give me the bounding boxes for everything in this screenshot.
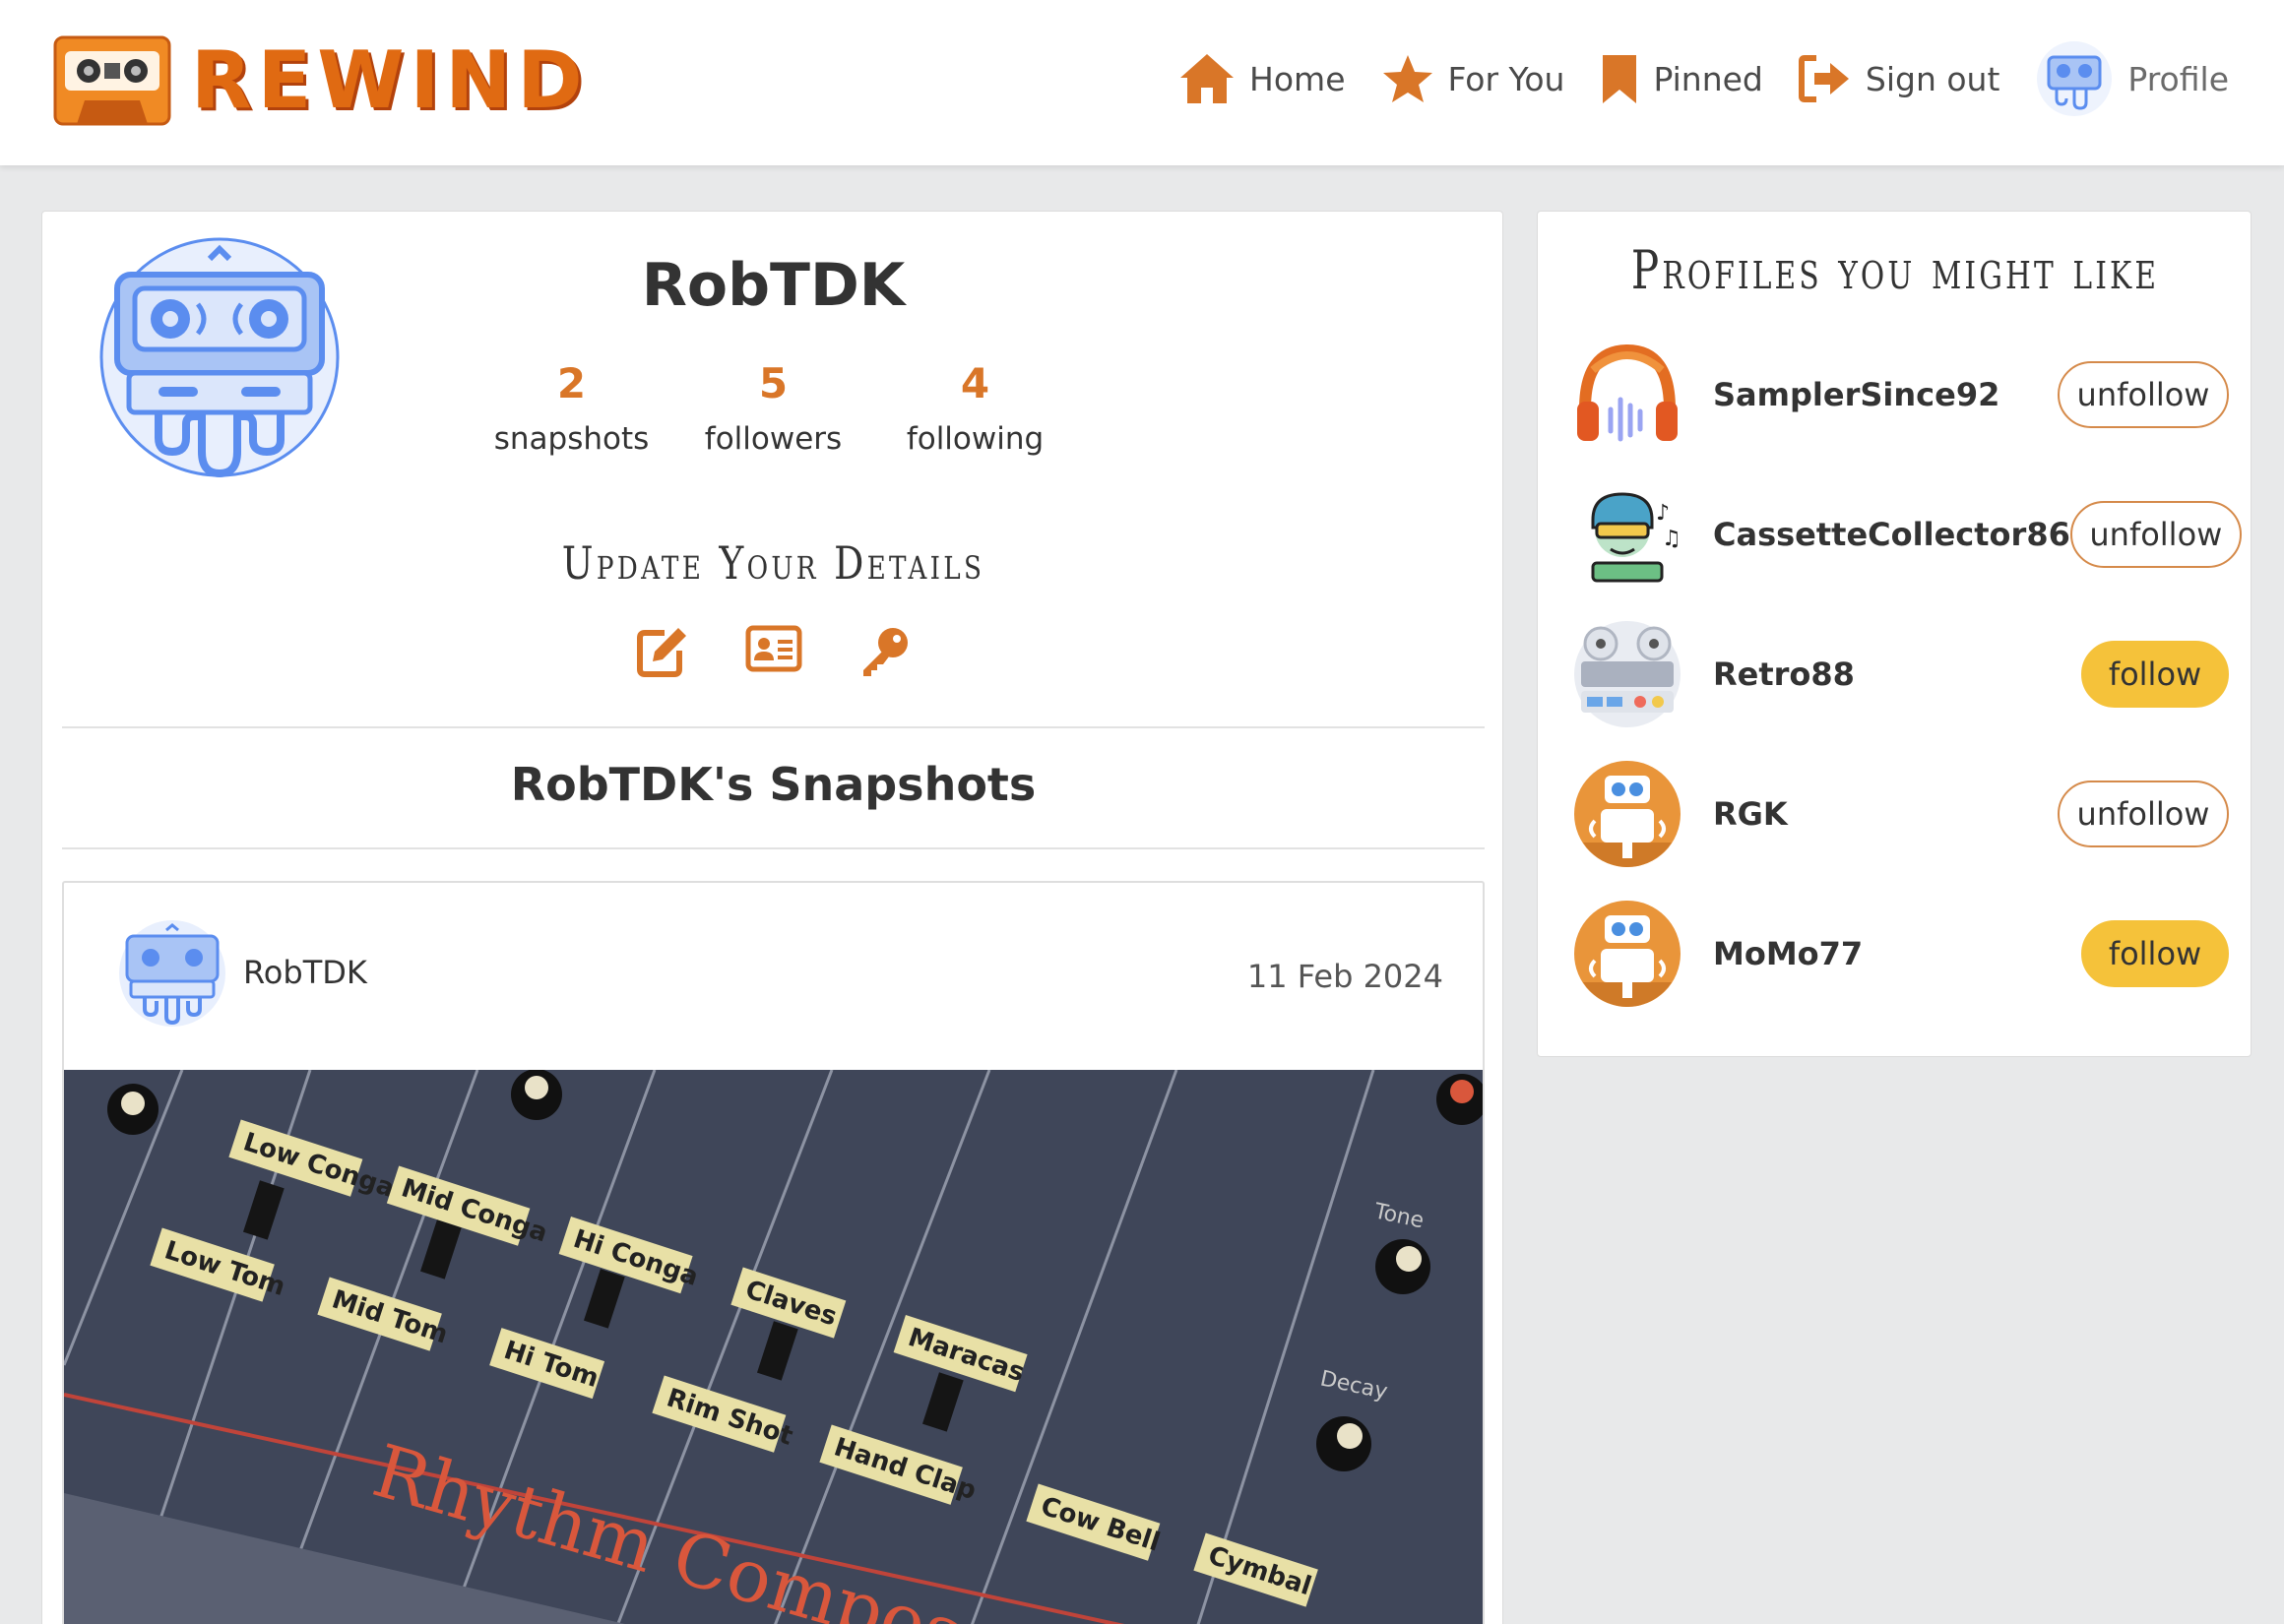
svg-text:♪: ♪ xyxy=(1656,501,1670,526)
suggested-profile-name[interactable]: CassetteCollector86 xyxy=(1713,516,2070,553)
post-author-name[interactable]: RobTDK xyxy=(243,954,367,991)
robot-avatar-icon[interactable] xyxy=(1573,760,1681,868)
suggested-profiles-card: Profiles you might like SamplerSince92 u… xyxy=(1537,211,2252,1057)
suggested-profile: ♪ ♫ CassetteCollector86 unfollow xyxy=(1573,480,2242,589)
divider-bottom xyxy=(62,847,1485,849)
update-details-title: Update Your Details xyxy=(561,536,985,590)
suggested-profile: SamplerSince92 unfollow xyxy=(1573,341,2229,449)
follow-button[interactable]: follow xyxy=(2081,920,2229,987)
unfollow-button[interactable]: unfollow xyxy=(2058,361,2229,428)
update-details-icons xyxy=(42,625,1504,682)
nav-profile[interactable]: Profile xyxy=(2035,39,2229,118)
stat-following[interactable]: 4 following xyxy=(874,359,1076,457)
robot-avatar-icon[interactable] xyxy=(1573,900,1681,1008)
nav-for-you-label: For You xyxy=(1447,59,1565,98)
bookmark-icon xyxy=(1603,55,1637,103)
post-image[interactable]: Low Conga Mid Conga Hi Conga Claves Mara… xyxy=(64,1070,1485,1624)
nav-home-label: Home xyxy=(1249,59,1346,98)
stat-followers-value: 5 xyxy=(758,359,789,407)
nav-home[interactable]: Home xyxy=(1178,52,1346,105)
unfollow-button[interactable]: unfollow xyxy=(2069,501,2242,568)
divider-top xyxy=(62,726,1485,728)
avatar-icon xyxy=(2037,41,2113,116)
nav-for-you[interactable]: For You xyxy=(1381,53,1565,104)
suggested-profile-name[interactable]: MoMo77 xyxy=(1713,935,2081,972)
cassette-logo-icon xyxy=(53,35,171,126)
stat-snapshots-value: 2 xyxy=(556,359,587,407)
profile-stats: 2 snapshots 5 followers 4 following xyxy=(42,359,1504,457)
stat-followers[interactable]: 5 followers xyxy=(672,359,874,457)
headphones-avatar-icon[interactable] xyxy=(1573,341,1681,449)
reel-to-reel-avatar-icon[interactable] xyxy=(1573,620,1681,728)
snapshot-post[interactable]: RobTDK 11 Feb 2024 Low Conga Mid Conga H… xyxy=(62,881,1485,1624)
nav-profile-label: Profile xyxy=(2127,59,2229,98)
post-author-avatar[interactable] xyxy=(117,918,227,1029)
post-date: 11 Feb 2024 xyxy=(1246,958,1443,995)
brand-name: REWIND xyxy=(191,34,589,126)
stat-followers-label: followers xyxy=(704,421,843,457)
dj-avatar-icon[interactable]: ♪ ♫ xyxy=(1573,480,1681,589)
stat-snapshots[interactable]: 2 snapshots xyxy=(471,359,672,457)
suggested-profile-name[interactable]: SamplerSince92 xyxy=(1713,376,2058,413)
nav-pinned-label: Pinned xyxy=(1653,59,1763,98)
star-icon xyxy=(1382,55,1432,102)
navbar: REWIND Home For You Pinned Sign out Prof… xyxy=(0,0,2284,165)
brand-logo[interactable]: REWIND xyxy=(53,35,589,126)
profile-card: RobTDK 2 snapshots 5 followers 4 followi… xyxy=(41,211,1503,1624)
suggested-profile-name[interactable]: Retro88 xyxy=(1713,656,2081,693)
id-card-icon[interactable] xyxy=(745,625,802,682)
unfollow-button[interactable]: unfollow xyxy=(2058,781,2229,847)
sign-out-icon xyxy=(1798,55,1849,102)
suggested-profile: RGK unfollow xyxy=(1573,760,2229,868)
nav-sign-out[interactable]: Sign out xyxy=(1798,54,2000,103)
stat-following-label: following xyxy=(906,421,1045,457)
snapshots-heading: RobTDK's Snapshots xyxy=(510,758,1037,811)
nav-sign-out-label: Sign out xyxy=(1865,59,2000,98)
edit-icon[interactable] xyxy=(635,625,690,682)
stat-following-value: 4 xyxy=(960,359,990,407)
stat-snapshots-label: snapshots xyxy=(493,421,650,457)
suggested-profile: MoMo77 follow xyxy=(1573,900,2229,1008)
nav-pinned[interactable]: Pinned xyxy=(1600,52,1763,105)
home-icon xyxy=(1180,54,1235,103)
follow-button[interactable]: follow xyxy=(2081,641,2229,708)
key-icon[interactable] xyxy=(857,625,913,682)
suggested-profile-name[interactable]: RGK xyxy=(1713,795,2058,833)
suggested-profile: Retro88 follow xyxy=(1573,620,2229,728)
suggested-profiles-title: Profiles you might like xyxy=(1630,239,2160,301)
svg-text:♫: ♫ xyxy=(1662,527,1681,551)
nav-links: Home For You Pinned Sign out Profile xyxy=(1143,41,2229,116)
profile-username: RobTDK xyxy=(641,251,906,320)
